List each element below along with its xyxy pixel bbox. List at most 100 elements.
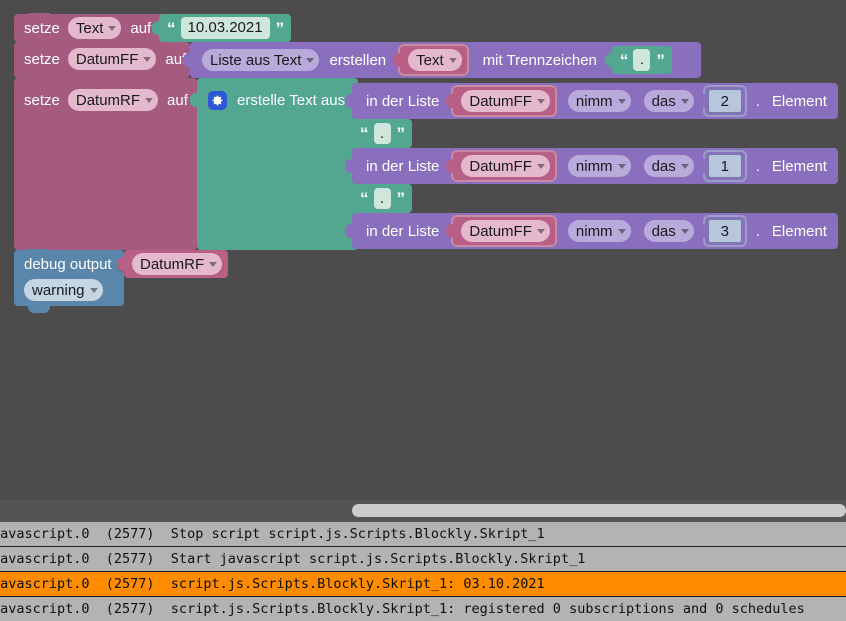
log-row-highlighted[interactable]: javascript.0 (2577) script.js.Scripts.Bl… <box>0 572 846 596</box>
value-plug <box>345 159 353 173</box>
value-plug <box>697 94 706 108</box>
text-field-separator[interactable]: . <box>373 122 391 145</box>
variable-dropdown-list[interactable]: DatumFF <box>461 90 550 112</box>
variable-getter-datumff[interactable]: DatumFF <box>446 87 555 115</box>
number-block-index[interactable]: 2 <box>697 87 745 115</box>
open-quote-icon: “ <box>360 124 368 143</box>
where-dropdown[interactable]: das <box>643 155 694 177</box>
where-dropdown[interactable]: das <box>643 90 694 112</box>
text-field-separator[interactable]: . <box>633 49 651 71</box>
number-field[interactable]: 3 <box>707 219 742 243</box>
dropdown-value: warning <box>32 281 85 299</box>
number-field[interactable]: 2 <box>707 89 742 113</box>
create-label: erstellen <box>329 51 387 69</box>
chevron-down-icon <box>617 98 626 104</box>
number-block-index[interactable]: 3 <box>697 217 745 245</box>
dropdown-value: DatumFF <box>75 50 139 68</box>
chevron-down-icon <box>680 163 689 169</box>
operation-dropdown[interactable]: nimm <box>567 155 631 177</box>
element-label: Element <box>771 92 827 110</box>
log-panel[interactable]: javascript.0 (2577) Stop script script.j… <box>0 522 846 621</box>
set-connector-label: auf <box>130 19 152 37</box>
block-set-datumff[interactable]: setze DatumFF auf <box>14 41 190 78</box>
close-quote-icon: ” <box>656 50 664 70</box>
horizontal-scrollbar-thumb[interactable] <box>352 504 846 517</box>
chevron-down-icon <box>145 97 154 103</box>
block-text-separator-1[interactable]: “ . ” <box>345 119 412 148</box>
text-field-separator[interactable]: . <box>373 187 391 210</box>
index-dot-label: . <box>755 92 760 110</box>
open-quote-icon: “ <box>619 50 628 70</box>
variable-getter-text[interactable]: Text <box>393 46 467 74</box>
chevron-down-icon <box>89 287 98 293</box>
element-label: Element <box>771 222 827 240</box>
app-root: setze Text auf “ 10.03.2021 ” setze Datu… <box>0 0 846 621</box>
value-plug <box>446 159 455 173</box>
dropdown-value: DatumFF <box>469 222 532 240</box>
horizontal-scrollbar-track[interactable] <box>0 500 846 522</box>
value-plug <box>345 192 353 206</box>
block-list-get-item-1[interactable]: in der Liste DatumFF nimm das 2 . Elemen… <box>345 83 838 119</box>
list-prefix-label: in der Liste <box>366 92 440 110</box>
chevron-down-icon <box>143 56 152 62</box>
where-dropdown[interactable]: das <box>643 220 694 242</box>
number-field[interactable]: 1 <box>707 154 742 178</box>
variable-dropdown-source[interactable]: Text <box>408 49 462 71</box>
close-quote-icon: ” <box>275 18 284 38</box>
set-keyword-label: setze <box>24 91 60 109</box>
close-quote-icon: ” <box>396 189 405 208</box>
operation-dropdown[interactable]: nimm <box>567 220 631 242</box>
blockly-workspace[interactable]: setze Text auf “ 10.03.2021 ” setze Datu… <box>0 0 846 500</box>
block-create-text-from[interactable]: erstelle Text aus <box>190 78 359 250</box>
value-plug <box>446 224 455 238</box>
index-dot-label: . <box>755 157 760 175</box>
open-quote-icon: “ <box>360 189 368 208</box>
chevron-down-icon <box>209 261 218 267</box>
value-plug <box>345 224 353 238</box>
value-plug <box>446 94 455 108</box>
chevron-down-icon <box>617 228 626 234</box>
variable-dropdown-text[interactable]: Text <box>67 17 122 39</box>
block-debug-output[interactable]: debug output warning <box>14 249 125 313</box>
dropdown-value: nimm <box>575 92 613 110</box>
variable-dropdown-list[interactable]: DatumFF <box>461 155 550 177</box>
block-set-datumrf[interactable]: setze DatumRF auf <box>14 77 197 250</box>
text-field-value[interactable]: 10.03.2021 <box>180 17 270 39</box>
text-block-date-literal[interactable]: “ 10.03.2021 ” <box>152 14 292 42</box>
dropdown-value: Liste aus Text <box>210 51 302 69</box>
chevron-down-icon <box>617 163 626 169</box>
number-block-index[interactable]: 1 <box>697 152 745 180</box>
chevron-down-icon <box>306 57 315 63</box>
dropdown-value: das <box>651 222 676 240</box>
block-list-from-text[interactable]: Liste aus Text erstellen Text mit Trennz… <box>183 42 701 78</box>
separator-label: mit Trennzeichen <box>482 51 597 69</box>
log-level-dropdown[interactable]: warning <box>24 279 103 301</box>
variable-dropdown-datumrf[interactable]: DatumRF <box>67 89 159 111</box>
gear-icon[interactable] <box>208 90 227 110</box>
text-block-separator[interactable]: “ . ” <box>604 46 672 74</box>
chevron-down-icon <box>108 25 117 31</box>
set-keyword-label: setze <box>24 19 60 37</box>
value-plug <box>697 224 706 238</box>
block-text-separator-2[interactable]: “ . ” <box>345 184 412 213</box>
log-row[interactable]: javascript.0 (2577) Start javascript scr… <box>0 547 846 571</box>
list-mode-dropdown[interactable]: Liste aus Text <box>202 49 320 71</box>
value-plug <box>345 94 353 108</box>
debug-output-label: debug output <box>24 255 112 273</box>
chevron-down-icon <box>536 163 545 169</box>
block-list-get-item-2[interactable]: in der Liste DatumFF nimm das 1 . Elemen… <box>345 148 838 184</box>
variable-getter-datumrf[interactable]: DatumRF <box>117 250 229 278</box>
value-plug <box>190 93 198 107</box>
variable-dropdown-datumff[interactable]: DatumFF <box>67 48 157 70</box>
variable-dropdown-list[interactable]: DatumFF <box>461 220 550 242</box>
element-label: Element <box>771 157 827 175</box>
variable-getter-datumff[interactable]: DatumFF <box>446 217 555 245</box>
variable-getter-datumff[interactable]: DatumFF <box>446 152 555 180</box>
chevron-down-icon <box>448 57 457 63</box>
operation-dropdown[interactable]: nimm <box>567 90 631 112</box>
variable-dropdown-datumrf-getter[interactable]: DatumRF <box>132 253 223 275</box>
block-list-get-item-3[interactable]: in der Liste DatumFF nimm das 3 . Elemen… <box>345 213 838 249</box>
log-row[interactable]: javascript.0 (2577) Stop script script.j… <box>0 522 846 546</box>
log-row[interactable]: javascript.0 (2577) script.js.Scripts.Bl… <box>0 597 846 621</box>
dropdown-value: DatumFF <box>469 157 532 175</box>
